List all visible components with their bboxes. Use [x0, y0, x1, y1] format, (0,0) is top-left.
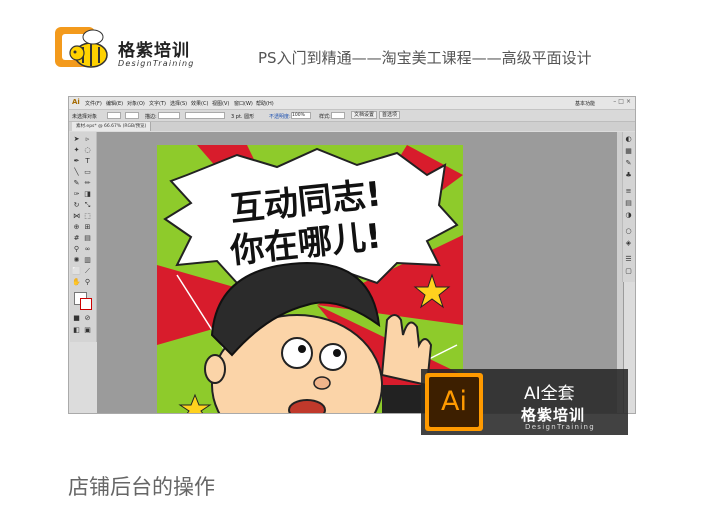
mesh-tool-icon[interactable]: # — [72, 234, 81, 243]
document-tab[interactable]: 素材.eps* @ 66.67% (RGB/预览) — [72, 122, 152, 131]
transparency-panel-icon[interactable]: ◑ — [624, 211, 633, 220]
color-mode-icon[interactable]: ■ — [72, 314, 81, 323]
window-controls[interactable]: –□× — [613, 98, 633, 105]
document-tab-bar: 素材.eps* @ 66.67% (RGB/预览) — [69, 122, 635, 131]
selection-label: 未选择对象 — [72, 114, 98, 120]
menu-file[interactable]: 文件(F) — [85, 100, 102, 107]
width-tool-icon[interactable]: ⋈ — [72, 212, 81, 221]
menu-window[interactable]: 窗口(W) — [234, 100, 253, 107]
artboard-tool-icon[interactable]: ⬜ — [72, 267, 81, 276]
badge-brand-en: DesignTraining — [525, 423, 595, 431]
style-picker[interactable] — [331, 112, 345, 119]
symbol-sprayer-tool-icon[interactable]: ✺ — [72, 256, 81, 265]
variable-width-field[interactable] — [185, 112, 225, 119]
blob-brush-tool-icon[interactable]: ✑ — [72, 190, 81, 199]
badge-title: AI全套 — [524, 384, 575, 404]
swatches-panel-icon[interactable]: ▦ — [624, 147, 633, 156]
none-color-icon[interactable]: ⊘ — [83, 314, 92, 323]
comic-artwork: 互动同志! 你在哪儿! — [157, 145, 463, 413]
opacity-label[interactable]: 不透明度: — [269, 113, 291, 120]
badge-brand: 格紫培训 — [521, 406, 586, 424]
opacity-field[interactable]: 100% — [291, 112, 311, 119]
rotate-tool-icon[interactable]: ↻ — [72, 201, 81, 210]
gradient-tool-icon[interactable]: ▤ — [83, 234, 92, 243]
shape-builder-tool-icon[interactable]: ⊕ — [72, 223, 81, 232]
graphic-styles-panel-icon[interactable]: ◈ — [624, 239, 633, 248]
control-bar: 未选择对象 描边: 3 pt. 圆形 不透明度: 100% 样式: 文档设置 首… — [69, 110, 635, 122]
menu-edit[interactable]: 编辑(E) — [106, 100, 123, 107]
paintbrush-tool-icon[interactable]: ✎ — [72, 179, 81, 188]
illustrator-window: Ai 文件(F) 编辑(E) 对象(O) 文字(T) 选择(S) 效果(C) 视… — [68, 96, 636, 414]
pencil-tool-icon[interactable]: ✏ — [83, 179, 92, 188]
type-tool-icon[interactable]: T — [83, 157, 92, 166]
ai-logo-icon: Ai — [425, 373, 483, 431]
fill-swatch[interactable] — [107, 112, 121, 119]
menu-effect[interactable]: 效果(C) — [191, 100, 208, 107]
menu-bar: Ai 文件(F) 编辑(E) 对象(O) 文字(T) 选择(S) 效果(C) 视… — [69, 97, 635, 110]
artboards-panel-icon[interactable]: ▢ — [624, 267, 633, 276]
menu-help[interactable]: 帮助(H) — [256, 100, 274, 107]
brand-name-en: DesignTraining — [118, 59, 195, 68]
brand-name: 格紫培训 — [118, 41, 190, 61]
workspace-switcher[interactable]: 基本功能 — [575, 100, 595, 107]
gradient-panel-icon[interactable]: ▤ — [624, 199, 633, 208]
screen-mode-icon[interactable]: ▣ — [83, 326, 92, 335]
style-label: 样式: — [319, 114, 331, 120]
stroke-weight-field[interactable] — [158, 112, 180, 119]
zoom-tool-icon[interactable]: ⚲ — [83, 278, 92, 287]
bee-logo-icon — [55, 27, 108, 68]
layers-panel-icon[interactable]: ☰ — [624, 255, 633, 264]
menu-type[interactable]: 文字(T) — [149, 100, 166, 107]
blend-tool-icon[interactable]: ∞ — [83, 245, 92, 254]
slide-caption: 店铺后台的操作 — [68, 475, 215, 499]
draw-mode-icon[interactable]: ◧ — [72, 326, 81, 335]
graph-tool-icon[interactable]: ▥ — [83, 256, 92, 265]
free-transform-tool-icon[interactable]: ⬚ — [83, 212, 92, 221]
magic-wand-tool-icon[interactable]: ✦ — [72, 146, 81, 155]
eraser-tool-icon[interactable]: ◨ — [83, 190, 92, 199]
panels-dock: ◐ ▦ ✎ ♣ ≡ ▤ ◑ ○ ◈ ☰ ▢ — [622, 132, 635, 282]
line-tool-icon[interactable]: ╲ — [72, 168, 81, 177]
perspective-grid-tool-icon[interactable]: ⊞ — [83, 223, 92, 232]
slice-tool-icon[interactable]: ⟋ — [83, 267, 92, 276]
pen-tool-icon[interactable]: ✒ — [72, 157, 81, 166]
hand-tool-icon[interactable]: ✋ — [72, 278, 81, 287]
appearance-panel-icon[interactable]: ○ — [624, 227, 633, 236]
selection-tool-icon[interactable]: ➤ — [72, 135, 81, 144]
color-panel-icon[interactable]: ◐ — [624, 135, 633, 144]
stroke-swatch[interactable] — [125, 112, 139, 119]
preferences-button[interactable]: 首选项 — [379, 111, 401, 119]
brush-definition[interactable]: 3 pt. 圆形 — [231, 113, 254, 120]
document-setup-button[interactable]: 文档设置 — [351, 111, 378, 119]
eyedropper-tool-icon[interactable]: ⚲ — [72, 245, 81, 254]
brushes-panel-icon[interactable]: ✎ — [624, 159, 633, 168]
menu-view[interactable]: 视图(V) — [212, 100, 229, 107]
symbols-panel-icon[interactable]: ♣ — [624, 171, 633, 180]
ai-course-badge: Ai AI全套 格紫培训 DesignTraining — [421, 369, 628, 435]
stroke-label: 描边: — [145, 114, 157, 120]
direct-selection-tool-icon[interactable]: ▹ — [83, 135, 92, 144]
tools-panel: ➤ ▹ ✦ ◌ ✒ T ╲ ▭ ✎ ✏ ✑ ◨ ↻ ⤡ ⋈ ⬚ ⊕ ⊞ # ▤ … — [70, 132, 97, 342]
app-logo-icon: Ai — [72, 98, 80, 106]
course-title: PS入门到精通——淘宝美工课程——高级平面设计 — [258, 49, 592, 67]
stroke-panel-icon[interactable]: ≡ — [624, 187, 633, 196]
menu-select[interactable]: 选择(S) — [170, 100, 187, 107]
rectangle-tool-icon[interactable]: ▭ — [83, 168, 92, 177]
artboard[interactable]: 互动同志! 你在哪儿! — [157, 145, 463, 413]
stroke-color-icon[interactable] — [80, 298, 92, 310]
scale-tool-icon[interactable]: ⤡ — [83, 201, 92, 210]
lasso-tool-icon[interactable]: ◌ — [83, 146, 92, 155]
menu-object[interactable]: 对象(O) — [127, 100, 145, 107]
